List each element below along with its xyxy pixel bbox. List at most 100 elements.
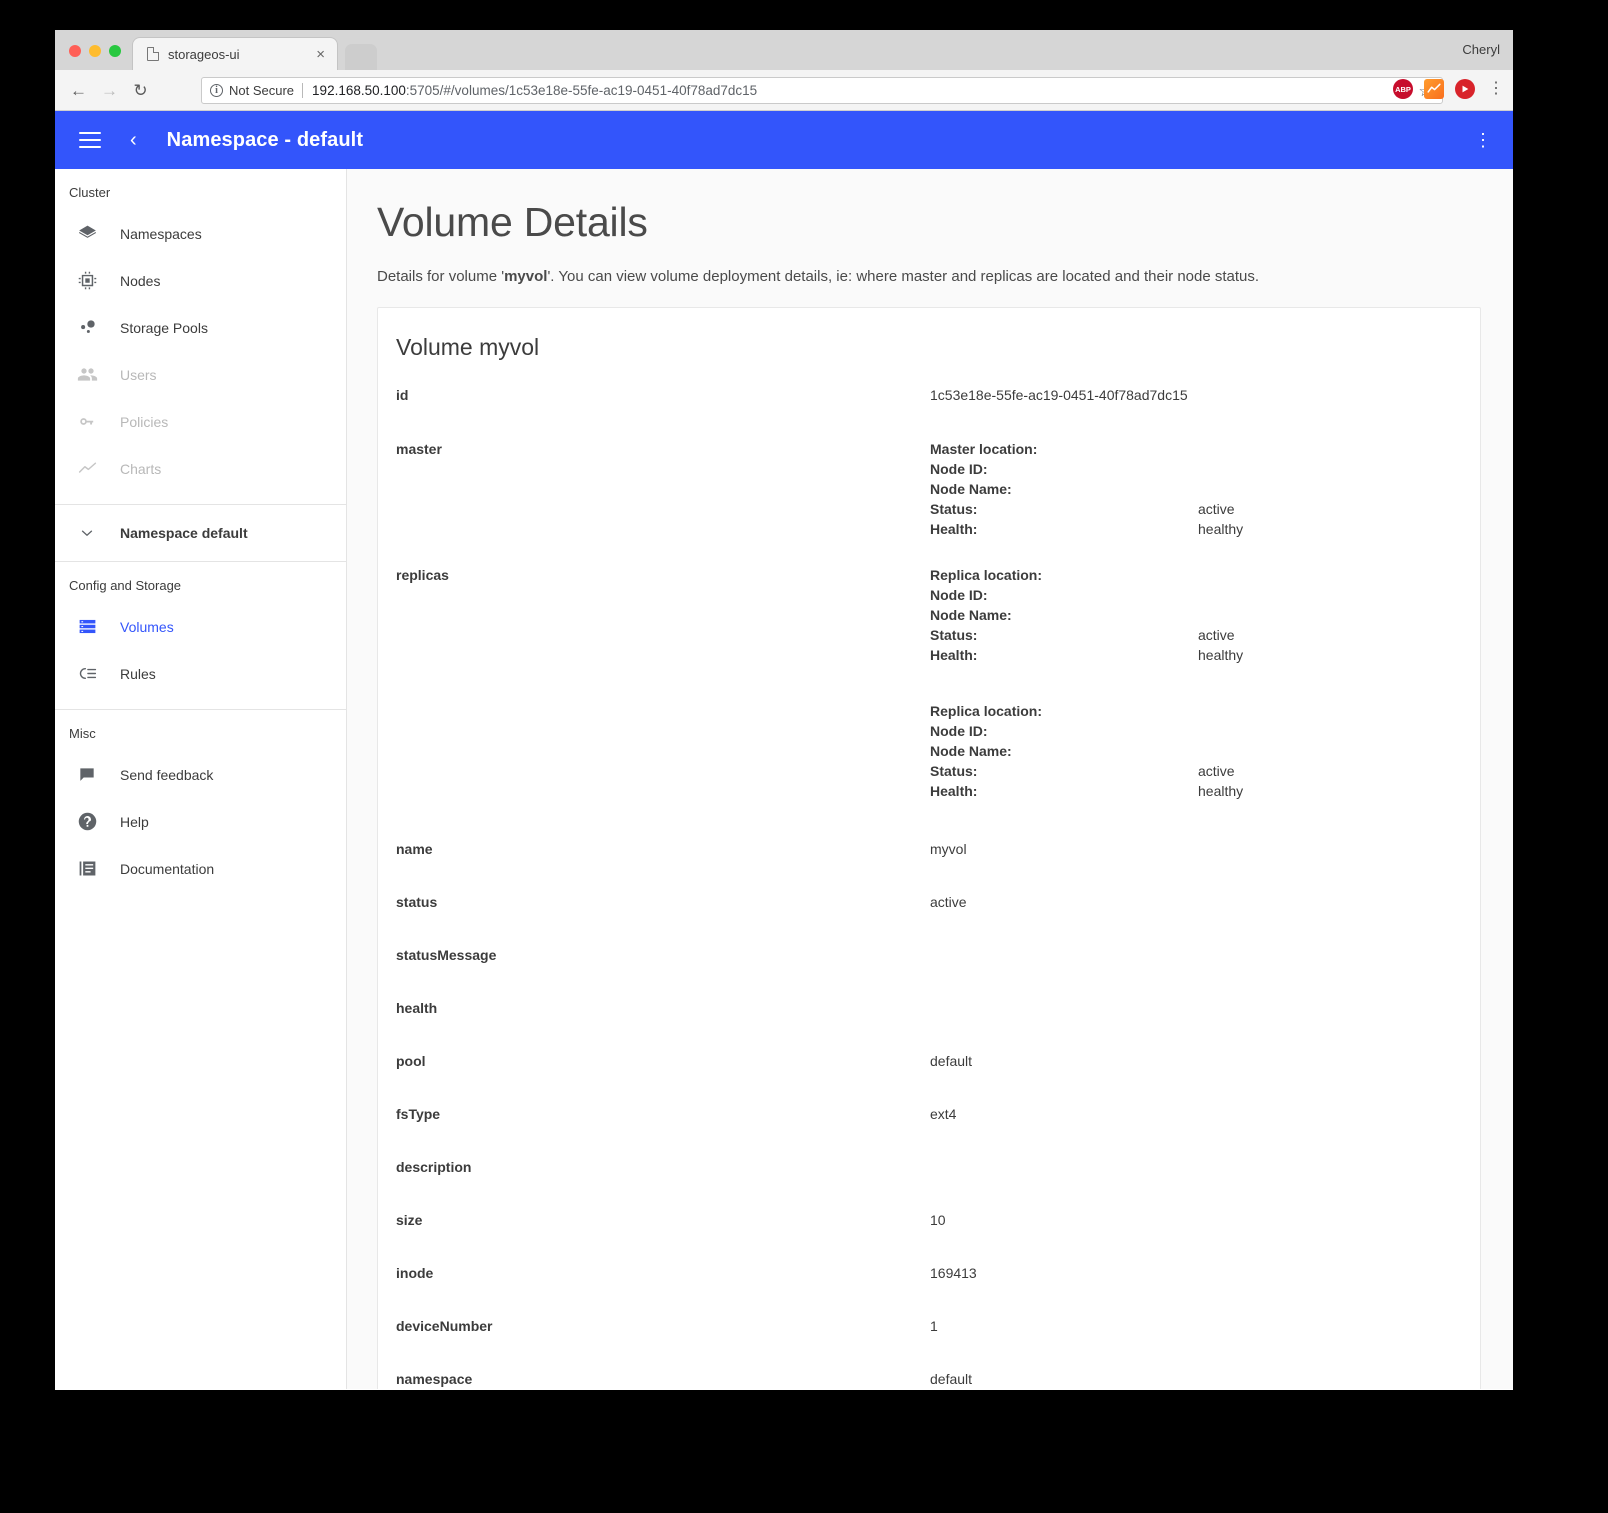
sidebar-item-help[interactable]: Help (55, 798, 346, 845)
storage-pools-icon (69, 317, 105, 338)
hamburger-menu-icon[interactable] (79, 132, 101, 148)
detail-line: Health: healthy (930, 521, 1243, 537)
minimize-window-button[interactable] (89, 45, 101, 57)
table-row: statusMessage (396, 947, 1480, 963)
browser-tab-strip: storageos-ui × Cheryl (55, 30, 1513, 70)
detail-line: Replica location: (930, 703, 1243, 719)
page-description-pre: Details for volume ' (377, 268, 505, 285)
detail-key: Node Name: (930, 743, 1012, 759)
sidebar-item-label: Send feedback (120, 766, 214, 783)
chip-icon (69, 270, 105, 291)
detail-line: Node Name: (930, 743, 1243, 759)
property-key: master (396, 441, 442, 457)
app-bar-title: Namespace - default (166, 128, 364, 151)
property-value: myvol (930, 841, 967, 857)
navigation-buttons: ← → ↻ (63, 78, 156, 104)
table-row: id 1c53e18e-55fe-ac19-0451-40f78ad7dc15 (396, 387, 1480, 403)
detail-line: Node Name: (930, 607, 1243, 623)
sidebar-item-namespaces[interactable]: Namespaces (55, 210, 346, 257)
web-app: ‹ Namespace - default ⋮ Cluster Namespac (55, 111, 1513, 1389)
line-chart-icon (69, 458, 105, 479)
security-status-label: Not Secure (229, 83, 295, 98)
sidebar-item-users[interactable]: Users (55, 351, 346, 398)
play-extension-icon[interactable] (1455, 79, 1475, 99)
maximize-window-button[interactable] (109, 45, 121, 57)
property-value: default (930, 1053, 973, 1069)
close-window-button[interactable] (69, 45, 81, 57)
sidebar-item-send-feedback[interactable]: Send feedback (55, 751, 346, 798)
detail-value: active (1198, 763, 1235, 779)
table-row: health (396, 1000, 1480, 1016)
browser-tab-title: storageos-ui (168, 46, 240, 62)
volume-details-card: Volume myvol id 1c53e18e-55fe-ac19-0451-… (377, 307, 1481, 1389)
property-key: inode (396, 1265, 434, 1281)
sidebar-item-label: Charts (120, 460, 162, 477)
address-bar[interactable]: i Not Secure 192.168.50.100 :5705/#/volu… (201, 77, 1443, 104)
app-bar-kebab-icon[interactable]: ⋮ (1474, 131, 1496, 149)
detail-line: Master location: (930, 441, 1243, 457)
info-icon[interactable]: i (210, 84, 223, 97)
detail-key: Node ID: (930, 723, 988, 739)
app-bar: ‹ Namespace - default ⋮ (55, 111, 1513, 169)
browser-tab[interactable]: storageos-ui × (132, 37, 338, 70)
property-value: default (930, 1371, 973, 1387)
document-icon (147, 47, 159, 61)
table-row: name myvol (396, 841, 1480, 857)
detail-value: active (1198, 501, 1235, 517)
sidebar-item-documentation[interactable]: Documentation (55, 845, 346, 892)
master-location-group: Master location: Node ID: Node Name: Sta… (930, 441, 1243, 537)
chart-extension-icon[interactable] (1424, 79, 1444, 99)
list-item: Replica location: Node ID: Node Name: St… (930, 703, 1243, 799)
property-key: name (396, 841, 433, 857)
detail-line: Health: healthy (930, 647, 1243, 663)
detail-key: Health: (930, 783, 978, 799)
profile-name[interactable]: Cheryl (1462, 42, 1500, 57)
page-title: Volume Details (377, 199, 648, 245)
close-icon[interactable]: × (312, 47, 329, 62)
detail-line: Status: active (930, 501, 1243, 517)
detail-key: Node Name: (930, 481, 1012, 497)
new-tab-button[interactable] (345, 44, 377, 70)
sidebar-item-namespace-default[interactable]: Namespace default (55, 505, 346, 561)
divider (302, 83, 304, 98)
detail-value: healthy (1198, 647, 1244, 663)
property-value: 10 (930, 1212, 946, 1228)
detail-line: Node ID: (930, 723, 1243, 739)
detail-key: Status: (930, 627, 978, 643)
page-description: Details for volume 'myvol'. You can view… (377, 268, 1481, 285)
rules-icon (69, 663, 105, 684)
detail-value: active (1198, 627, 1235, 643)
reload-button[interactable]: ↻ (125, 78, 156, 104)
property-key: fsType (396, 1106, 441, 1122)
sidebar-item-label: Rules (120, 665, 156, 682)
sidebar-item-label: Nodes (120, 272, 161, 289)
layers-icon (69, 223, 105, 244)
sidebar-item-charts[interactable]: Charts (55, 445, 346, 492)
table-row: fsType ext4 (396, 1106, 1480, 1122)
adblock-plus-extension-icon[interactable]: ABP (1393, 79, 1413, 99)
sidebar-section-namespace: Namespace default (55, 505, 346, 562)
sidebar-section-cluster: Cluster Namespaces Nodes Storage Pools U… (55, 169, 346, 505)
sidebar-item-rules[interactable]: Rules (55, 650, 346, 697)
property-value: 1c53e18e-55fe-ac19-0451-40f78ad7dc15 (930, 387, 1188, 403)
property-key: statusMessage (396, 947, 497, 963)
sidebar-item-policies[interactable]: Policies (55, 398, 346, 445)
sidebar-heading-config-and-storage: Config and Storage (69, 578, 182, 593)
table-row: status active (396, 894, 1480, 910)
app-body: Cluster Namespaces Nodes Storage Pools U… (55, 169, 1513, 1389)
property-key: replicas (396, 567, 449, 583)
sidebar-item-nodes[interactable]: Nodes (55, 257, 346, 304)
forward-button[interactable]: → (94, 78, 125, 104)
back-chevron-icon[interactable]: ‹ (130, 130, 137, 150)
back-button[interactable]: ← (63, 78, 94, 104)
detail-key: Status: (930, 763, 978, 779)
replica-location-group: Replica location: Node ID: Node Name: St… (930, 567, 1243, 799)
sidebar-section-misc: Misc Send feedback Help Documentation (55, 710, 346, 904)
sidebar-item-storage-pools[interactable]: Storage Pools (55, 304, 346, 351)
sidebar-item-volumes[interactable]: Volumes (55, 603, 346, 650)
table-row: pool default (396, 1053, 1480, 1069)
detail-key: Replica location: (930, 703, 1043, 719)
browser-menu-icon[interactable]: ⋮ (1488, 81, 1504, 97)
detail-key: Replica location: (930, 567, 1043, 583)
main-content: Volume Details Details for volume 'myvol… (347, 169, 1513, 1389)
